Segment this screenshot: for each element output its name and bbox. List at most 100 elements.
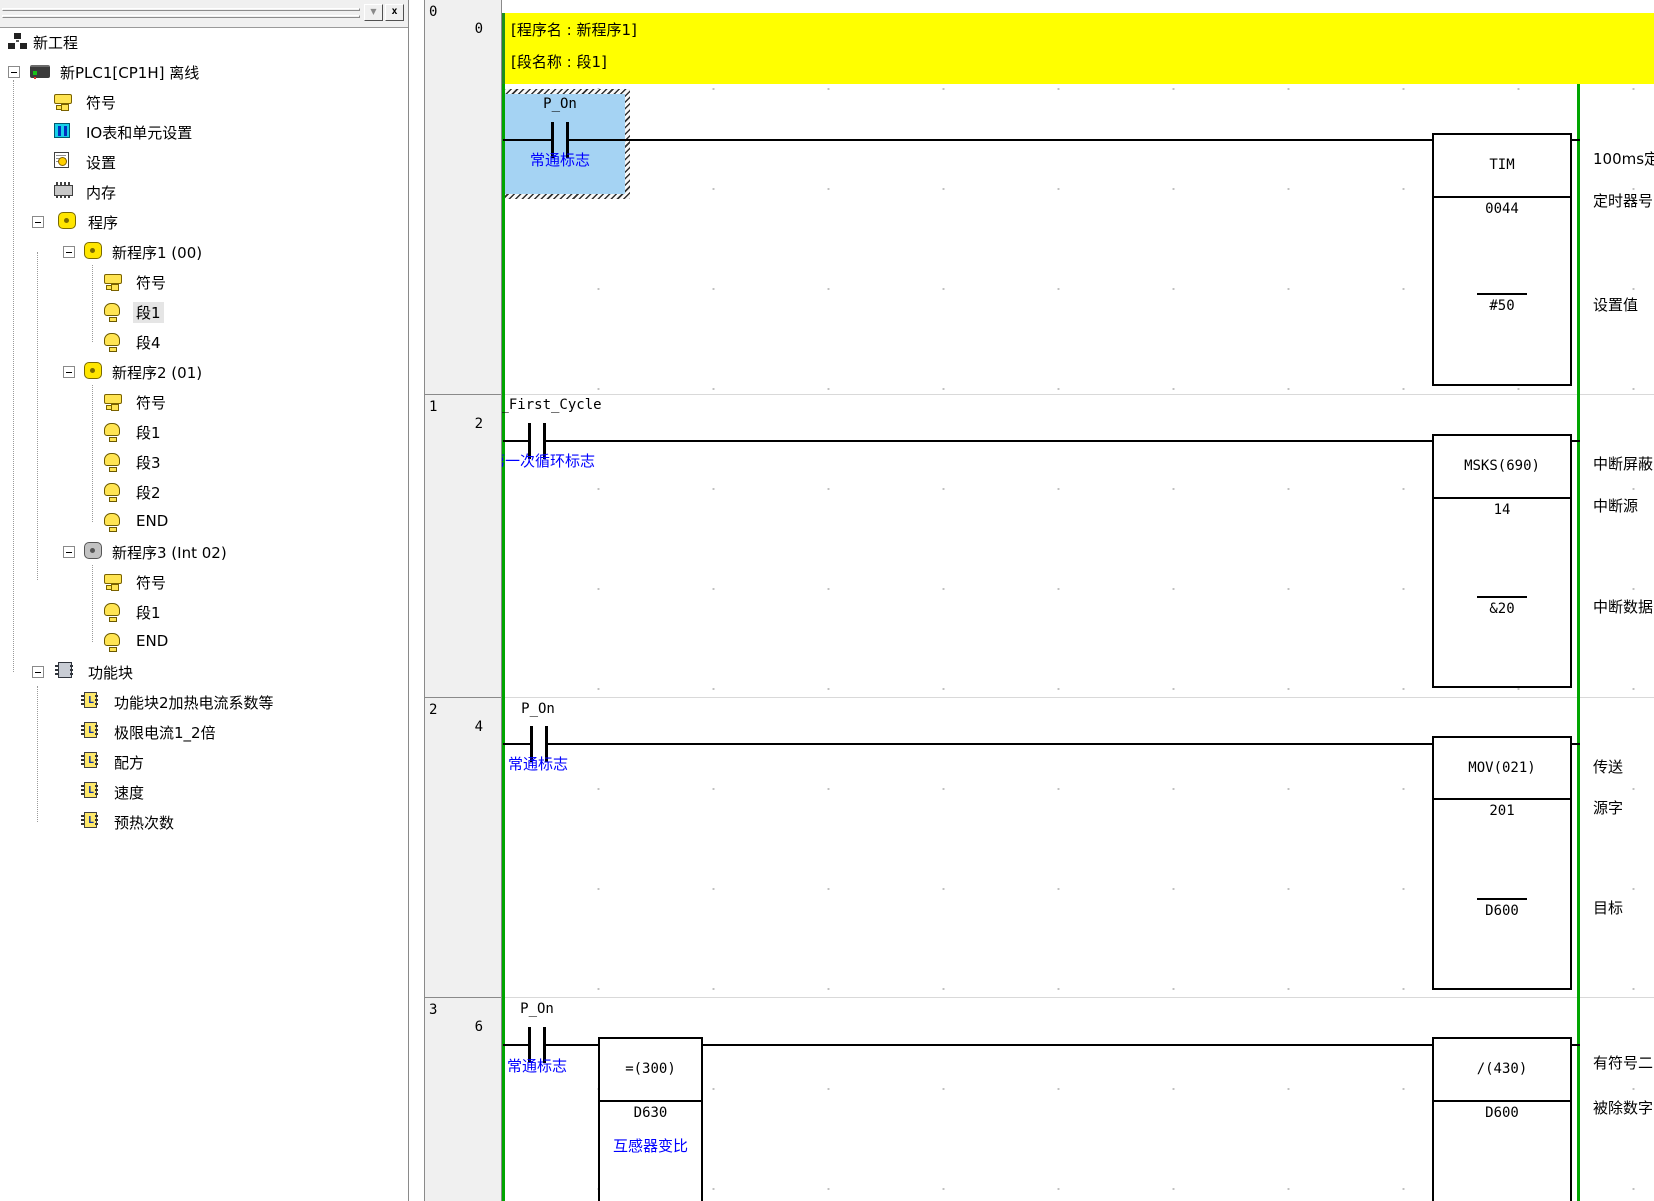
tree-item-section3[interactable]: 段3 xyxy=(0,447,408,477)
collapse-minus-icon[interactable] xyxy=(63,366,75,378)
contact-label: P_On xyxy=(520,96,600,112)
close-icon[interactable] xyxy=(385,4,404,21)
project-tree: 新工程 新PLC1[CP1H] 离线 符号 IO表和单元设置 设置 内存 程序 … xyxy=(0,28,408,1201)
operand: D600 xyxy=(1434,1105,1570,1121)
instruction-name: MSKS(690) xyxy=(1434,458,1570,474)
tree-item-plc[interactable]: 新PLC1[CP1H] 离线 xyxy=(0,57,408,87)
section-name-comment: [段名称 : 段1] xyxy=(511,51,607,72)
tree-item-label: 新工程 xyxy=(33,32,78,53)
settings-icon xyxy=(54,152,69,168)
contact-comment: 常通标志 xyxy=(497,1055,577,1076)
tree-item-function-blocks[interactable]: 功能块 xyxy=(0,657,408,687)
right-bus-bar xyxy=(1577,13,1580,1201)
instruction-box-msks[interactable]: MSKS(690) 14 &20 xyxy=(1432,434,1572,688)
wire xyxy=(1570,440,1580,442)
drag-grip[interactable] xyxy=(2,15,360,18)
tree-panel-titlebar[interactable] xyxy=(0,0,408,28)
tree-item-program2[interactable]: 新程序2 (01) xyxy=(0,357,408,387)
tree-item-section1[interactable]: 段1 xyxy=(0,597,408,627)
tree-item-symbols[interactable]: 符号 xyxy=(0,387,408,417)
memory-icon xyxy=(54,185,73,196)
collapse-minus-icon[interactable] xyxy=(63,246,75,258)
tree-item-program3[interactable]: 新程序3 (Int 02) xyxy=(0,537,408,567)
tree-item-label: 配方 xyxy=(114,752,144,773)
tree-item-io-table[interactable]: IO表和单元设置 xyxy=(0,117,408,147)
collapse-minus-icon[interactable] xyxy=(32,666,44,678)
contact-comment: 常通标志 xyxy=(520,149,600,170)
operand: #50 xyxy=(1434,298,1570,314)
instruction-box-div[interactable]: /(430) D600 xyxy=(1432,1037,1572,1201)
section-icon xyxy=(104,303,120,316)
tree-item-label: 段1 xyxy=(136,422,161,443)
tree-item-symbols[interactable]: 符号 xyxy=(0,87,408,117)
tree-item-symbols[interactable]: 符号 xyxy=(0,267,408,297)
wire xyxy=(503,743,532,745)
tree-item-fb-def[interactable]: 预热次数 xyxy=(0,807,408,837)
tree-item-section1[interactable]: 段1 xyxy=(0,297,408,327)
instruction-separator xyxy=(1434,497,1570,499)
rung-margin-cell[interactable]: 2 4 xyxy=(425,697,501,997)
instruction-separator xyxy=(1434,798,1570,800)
operand: &20 xyxy=(1434,601,1570,617)
instruction-name: TIM xyxy=(1434,157,1570,173)
tree-item-label: 段4 xyxy=(136,332,161,353)
instruction-label: 有符号二 xyxy=(1593,1052,1654,1073)
section-icon xyxy=(104,453,120,466)
dropdown-icon[interactable] xyxy=(364,4,383,21)
operand: 201 xyxy=(1434,803,1570,819)
tree-item-fb-def[interactable]: 速度 xyxy=(0,777,408,807)
fb-definition-icon xyxy=(84,752,97,768)
tree-item-project[interactable]: 新工程 xyxy=(0,28,408,57)
tree-item-section1[interactable]: 段1 xyxy=(0,417,408,447)
symbol-table-icon xyxy=(104,394,122,404)
left-bus-bar xyxy=(502,13,505,1201)
collapse-minus-icon[interactable] xyxy=(32,216,44,228)
operand-comment: 互感器变比 xyxy=(600,1135,701,1156)
wire xyxy=(546,440,1435,442)
tree-item-section4[interactable]: 段4 xyxy=(0,327,408,357)
tree-item-end[interactable]: END xyxy=(0,627,408,657)
drag-grip[interactable] xyxy=(2,8,360,11)
tree-item-fb-def[interactable]: 配方 xyxy=(0,747,408,777)
rung-number: 2 xyxy=(429,702,437,718)
rung-margin-cell[interactable]: 1 2 xyxy=(425,394,501,697)
project-tree-panel: 新工程 新PLC1[CP1H] 离线 符号 IO表和单元设置 设置 内存 程序 … xyxy=(0,0,409,1201)
symbol-table-icon xyxy=(104,274,122,284)
tree-item-label: 段2 xyxy=(136,482,161,503)
tree-item-settings[interactable]: 设置 xyxy=(0,147,408,177)
instruction-separator xyxy=(1434,1100,1570,1102)
instruction-name: /(430) xyxy=(1434,1061,1570,1077)
operand-label: 被除数字 xyxy=(1593,1097,1654,1118)
tree-item-memory[interactable]: 内存 xyxy=(0,177,408,207)
contact-label: P_On xyxy=(497,1001,577,1017)
tree-item-program1[interactable]: 新程序1 (00) xyxy=(0,237,408,267)
tree-item-end[interactable]: END xyxy=(0,507,408,537)
tree-item-label: 段1 xyxy=(133,302,164,323)
panel-divider[interactable] xyxy=(410,0,424,1201)
tree-item-fb-def[interactable]: 功能块2加热电流系数等 xyxy=(0,687,408,717)
instruction-box-mov[interactable]: MOV(021) 201 D600 xyxy=(1432,736,1572,990)
plc-icon xyxy=(30,65,50,78)
tree-item-label: 极限电流1_2倍 xyxy=(114,722,216,743)
rung-margin-cell[interactable]: 0 0 xyxy=(425,0,501,394)
io-table-icon xyxy=(54,123,70,138)
operand: D630 xyxy=(600,1105,701,1121)
rung-comment-bar[interactable]: [程序名 : 新程序1] [段名称 : 段1] xyxy=(505,13,1654,84)
tree-item-programs[interactable]: 程序 xyxy=(0,207,408,237)
instruction-label: 中断屏蔽 xyxy=(1593,453,1654,474)
tree-item-symbols[interactable]: 符号 xyxy=(0,567,408,597)
tree-item-fb-def[interactable]: 极限电流1_2倍 xyxy=(0,717,408,747)
operand-label: 定时器号 xyxy=(1593,190,1654,211)
tree-item-label: 新程序1 (00) xyxy=(112,242,202,263)
tree-item-label: 新程序3 (Int 02) xyxy=(112,542,227,563)
tree-item-section2[interactable]: 段2 xyxy=(0,477,408,507)
collapse-minus-icon[interactable] xyxy=(63,546,75,558)
step-number: 4 xyxy=(425,719,483,735)
instruction-box-tim[interactable]: TIM 0044 #50 xyxy=(1432,133,1572,386)
collapse-minus-icon[interactable] xyxy=(8,66,20,78)
compare-block[interactable]: =(300) D630 互感器变比 xyxy=(598,1037,703,1201)
operand-label: 设置值 xyxy=(1593,294,1654,315)
rung-margin-cell[interactable]: 3 6 xyxy=(425,997,501,1201)
ladder-editor[interactable]: [程序名 : 新程序1] [段名称 : 段1] P_On 常通标志 TIM 00… xyxy=(425,0,1654,1201)
wire xyxy=(1570,1044,1580,1046)
